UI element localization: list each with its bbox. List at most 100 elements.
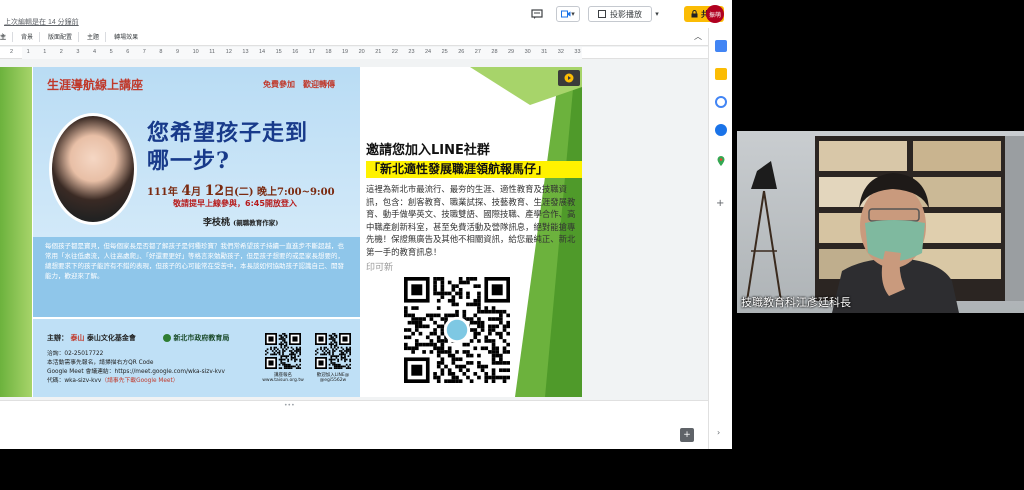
ruler-number: 27	[474, 49, 481, 55]
date-month: 4	[181, 183, 192, 199]
meet-present-button[interactable]: ▾	[556, 6, 580, 22]
webcam-tile: 技職教育科江彥廷科長	[737, 131, 1024, 313]
slide-subtitle: 印可新	[366, 263, 394, 273]
present-button[interactable]: 投影播放	[588, 6, 652, 22]
keep-icon[interactable]	[715, 68, 727, 80]
ruler-number: 25	[441, 49, 448, 55]
speaker-title: (親職教育作家)	[233, 219, 279, 227]
present-icon	[598, 10, 606, 18]
toolbar-layout-button[interactable]: 版面配置	[48, 32, 72, 41]
map-pin-icon	[717, 156, 725, 166]
poster-phone: 洽詢：02-25017722	[47, 351, 104, 357]
qr2-label: 歡迎加入LINE@ @egi5562w	[310, 372, 356, 383]
side-panel: + ›	[708, 28, 732, 449]
ruler-number: 8	[159, 49, 163, 55]
partial-menu-item[interactable]: 主	[0, 32, 6, 41]
ruler-number: 13	[242, 49, 249, 55]
qr1-label: 講座報名 www.taisun.org.tw	[260, 372, 306, 383]
contacts-icon[interactable]	[715, 124, 727, 136]
play-icon	[564, 73, 574, 83]
date-month-unit: 月	[191, 187, 202, 198]
ruler-number: 2	[10, 49, 14, 55]
poster-header: 生涯導航線上講座	[47, 78, 144, 92]
toolbar-divider	[12, 31, 14, 42]
slide-left-green-band	[0, 67, 32, 397]
horizontal-ruler: 2 1 1 2 3 4 5 6 7 8 9 10 11 12 13 14 15 16 17 18 19 20 21 22 23 2…	[0, 47, 708, 59]
chevron-down-icon: ▾	[655, 11, 659, 18]
present-dropdown-button[interactable]: ▾	[652, 6, 662, 22]
current-slide[interactable]: 生涯導航線上講座 免費參加 歡迎轉傳 您希望孩子走到 哪一步? 111年 4月 …	[0, 67, 582, 397]
ruler-number: 29	[508, 49, 515, 55]
poster-free-note: 免費參加 歡迎轉傳	[263, 80, 335, 89]
last-edit-link[interactable]: 上次編輯是在 14 分鐘前	[4, 17, 79, 27]
toolbar-divider	[39, 31, 41, 42]
ruler-number: 24	[425, 49, 432, 55]
toolbar-background-button[interactable]: 背景	[21, 32, 33, 41]
ruler-number: 3	[76, 49, 80, 55]
ruler-number: 1	[26, 49, 30, 55]
comment-history-button[interactable]	[530, 6, 544, 22]
poster-date: 111年 4月 12日(二) 晚上7:00~9:00	[147, 183, 335, 199]
ruler-number: 11	[209, 49, 215, 55]
gov-logo-icon	[163, 334, 171, 342]
chevron-down-icon: ▾	[571, 11, 575, 18]
poster-login-note: 敬請提早上線參與，6:45開放登入	[173, 199, 297, 208]
ruler-number: 26	[458, 49, 465, 55]
group-description: 這裡為新北市最流行、最夯的生涯、適性教育及技職資訊，包含：創客教育、職業試探、技…	[366, 184, 576, 257]
organizer-brand-logo: 泰山	[70, 334, 85, 342]
organizer-name: 泰山文化基金會	[86, 334, 136, 342]
chevron-up-icon[interactable]: ︿	[694, 31, 702, 42]
date-rest: 日(二) 晚上7:00~9:00	[224, 187, 335, 198]
toolbar-transition-button[interactable]: 轉場效果	[114, 32, 138, 41]
account-avatar[interactable]: 振萌	[706, 5, 724, 23]
ruler-number: 4	[93, 49, 97, 55]
speaker-name: 李枝桃 (親職教育作家)	[203, 215, 278, 228]
poster-meet-link: Google Meet 會議連結：https://meet.google.com…	[47, 369, 225, 375]
tasks-icon[interactable]	[715, 96, 727, 108]
line-group-name: 「新北適性發展職涯領航報馬仔」	[366, 161, 582, 178]
calendar-icon[interactable]	[715, 40, 727, 52]
participant-name-caption: 技職教育科江彥廷科長	[741, 296, 851, 309]
ruler-number: 33	[574, 49, 581, 55]
date-prefix: 111年	[147, 187, 178, 198]
speaker-photo	[49, 113, 137, 225]
speaker-notes-panel[interactable]: •••	[0, 400, 708, 449]
toolbar-theme-button[interactable]: 主題	[87, 32, 99, 41]
ruler-number: 30	[524, 49, 531, 55]
maps-icon[interactable]	[715, 152, 727, 166]
resize-grip-icon[interactable]: •••	[284, 402, 295, 409]
add-addon-icon[interactable]: +	[716, 198, 724, 209]
ruler-number: 32	[557, 49, 564, 55]
screen: 上次編輯是在 14 分鐘前 ▾ 投影播放 ▾ 共用 振萌 主 背景	[0, 0, 1024, 490]
poster-signup: 本活動需事先報名，請掃描右方QR Code	[47, 360, 154, 366]
ruler-number: 5	[109, 49, 113, 55]
signup-qr-code	[265, 333, 301, 369]
speaker-name-text: 李枝桃	[203, 218, 231, 228]
ruler-number: 22	[391, 49, 398, 55]
chevron-right-icon[interactable]: ›	[717, 428, 720, 437]
organizer-label: 主辦：	[47, 334, 68, 342]
poster-description: 每個孩子都是寶貝，但每個家長是否都了解孩子是何種珍寶？我們常希望孩子持續一直進步…	[45, 242, 344, 280]
poster-code: 代碼：wka-sizv-kvv（請事先下載Google Meet）	[47, 375, 179, 384]
poster-organizer: 主辦： 泰山 泰山文化基金會	[47, 333, 136, 343]
ruler-number: 7	[142, 49, 146, 55]
plus-box-icon: +	[683, 430, 691, 440]
toolbar-divider	[105, 31, 107, 42]
poster-website: www.taisun.org.tw	[262, 378, 304, 383]
code-label: 代碼：wka-sizv-kvv	[47, 378, 102, 384]
ruler-number: 21	[375, 49, 382, 55]
ruler-number: 1	[43, 49, 47, 55]
ruler-page-area	[22, 47, 582, 59]
explore-button[interactable]: +	[680, 428, 694, 442]
ruler-number: 15	[275, 49, 282, 55]
ruler-number: 9	[176, 49, 180, 55]
co-organizer-name: 新北市政府教育局	[173, 334, 230, 342]
embedded-video-icon[interactable]	[558, 70, 580, 86]
slides-editor-window: 上次編輯是在 14 分鐘前 ▾ 投影播放 ▾ 共用 振萌 主 背景	[0, 0, 732, 449]
ruler-number: 23	[408, 49, 415, 55]
ruler-number: 31	[541, 49, 548, 55]
event-poster: 生涯導航線上講座 免費參加 歡迎轉傳 您希望孩子走到 哪一步? 111年 4月 …	[33, 67, 360, 397]
ruler-number: 12	[225, 49, 232, 55]
editor-topbar: 上次編輯是在 14 分鐘前 ▾ 投影播放 ▾ 共用 振萌	[0, 0, 732, 28]
format-toolbar: 主 背景 版面配置 主題 轉場效果 ︿	[0, 28, 708, 46]
